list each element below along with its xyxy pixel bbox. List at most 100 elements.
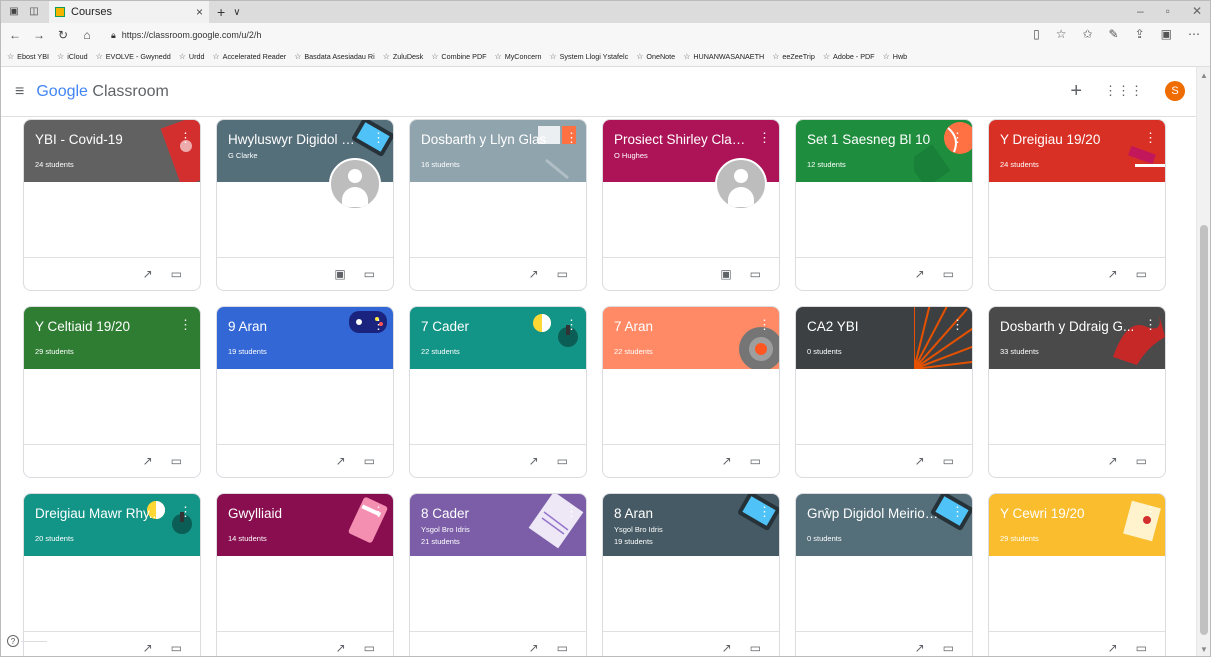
course-title[interactable]: CA2 YBI — [807, 319, 942, 334]
favorite-link[interactable]: ☆ Urdd — [179, 52, 205, 61]
restore-icon[interactable]: ▫ — [1166, 4, 1170, 18]
scroll-down-icon[interactable]: ▼ — [1200, 645, 1208, 654]
gradebook-trend-icon[interactable]: ↗ — [915, 641, 925, 655]
drive-folder-icon[interactable]: ▭ — [1136, 267, 1147, 281]
more-options-icon[interactable]: ⋮ — [1144, 504, 1157, 520]
close-tab-icon[interactable]: × — [196, 5, 203, 19]
more-options-icon[interactable]: ⋮ — [565, 317, 578, 333]
drive-folder-icon[interactable]: ▭ — [943, 267, 954, 281]
more-options-icon[interactable]: ⋮ — [1144, 317, 1157, 333]
favorite-link[interactable]: ☆ Accelerated Reader — [213, 52, 287, 61]
url-field[interactable]: 🔒︎ https://classroom.google.com/u/2/h — [111, 30, 261, 41]
course-card[interactable]: 7 Aran 22 students ⋮ ↗ ▭ — [602, 306, 780, 478]
more-options-icon[interactable]: ⋮ — [1144, 130, 1157, 146]
help-icon[interactable]: ? — [7, 635, 19, 647]
favorite-link[interactable]: ☆ HUNANWASANAETH — [683, 52, 764, 61]
more-options-icon[interactable]: ⋮ — [372, 504, 385, 520]
more-options-icon[interactable]: ⋮ — [179, 130, 192, 146]
gradebook-trend-icon[interactable]: ↗ — [722, 641, 732, 655]
favorite-link[interactable]: ☆ eeZeeTrip — [772, 52, 815, 61]
course-card[interactable]: Hwyluswyr Digidol G... G Clarke ⋮ ▣ ▭ — [216, 119, 394, 291]
course-card[interactable]: Dosbarth y Ddraig G... 33 students ⋮ ↗ ▭ — [988, 306, 1166, 478]
gradebook-trend-icon[interactable]: ↗ — [1108, 267, 1118, 281]
course-card-header[interactable]: Y Celtiaid 19/20 29 students ⋮ — [24, 307, 200, 369]
drive-folder-icon[interactable]: ▭ — [557, 267, 568, 281]
course-card[interactable]: 8 Cader Ysgol Bro Idris 21 students ⋮ ↗ ▭ — [409, 493, 587, 656]
course-card-header[interactable]: Dosbarth y Ddraig G... 33 students ⋮ — [989, 307, 1165, 369]
favorite-link[interactable]: ☆ OneNote — [636, 52, 675, 61]
more-options-icon[interactable]: ⋮ — [372, 317, 385, 333]
more-options-icon[interactable]: ⋮ — [179, 504, 192, 520]
course-card[interactable]: 7 Cader 22 students ⋮ ↗ ▭ — [409, 306, 587, 478]
course-card-header[interactable]: Y Dreigiau 19/20 24 students ⋮ — [989, 120, 1165, 182]
course-title[interactable]: Grŵp Digidol Meirion... — [807, 506, 942, 521]
course-title[interactable]: Dosbarth y Llyn Glas — [421, 132, 556, 147]
drive-folder-icon[interactable]: ▭ — [750, 641, 761, 655]
favorite-link[interactable]: ☆ System Llogi Ystafelc — [549, 52, 628, 61]
course-card-header[interactable]: Gwylliaid 14 students ⋮ — [217, 494, 393, 556]
gradebook-trend-icon[interactable]: ↗ — [143, 454, 153, 468]
new-tab-button[interactable]: + — [217, 4, 225, 20]
course-card-header[interactable]: YBI - Covid-19 24 students ⋮ — [24, 120, 200, 182]
drive-folder-icon[interactable]: ▭ — [557, 641, 568, 655]
course-card-header[interactable]: 9 Aran 19 students ⋮ — [217, 307, 393, 369]
favorite-link[interactable]: ☆ Ebost YBI — [7, 52, 49, 61]
course-card[interactable]: Dosbarth y Llyn Glas 16 students ⋮ ↗ ▭ — [409, 119, 587, 291]
course-card[interactable]: Grŵp Digidol Meirion... 0 students ⋮ ↗ ▭ — [795, 493, 973, 656]
course-title[interactable]: 7 Cader — [421, 319, 556, 334]
gradebook-trend-icon[interactable]: ↗ — [1108, 454, 1118, 468]
course-card[interactable]: YBI - Covid-19 24 students ⋮ ↗ ▭ — [23, 119, 201, 291]
course-card[interactable]: Y Dreigiau 19/20 24 students ⋮ ↗ ▭ — [988, 119, 1166, 291]
gradebook-trend-icon[interactable]: ↗ — [722, 454, 732, 468]
favorite-link[interactable]: ☆ Combine PDF — [431, 52, 486, 61]
tab-actions-icon[interactable]: ▣ — [7, 6, 21, 18]
refresh-icon[interactable]: ↻ — [53, 28, 73, 42]
drive-folder-icon[interactable]: ▭ — [750, 267, 761, 281]
google-apps-icon[interactable]: ⋮⋮⋮ — [1104, 83, 1143, 99]
drive-folder-icon[interactable]: ▭ — [171, 267, 182, 281]
course-title[interactable]: Set 1 Saesneg Bl 10 — [807, 132, 942, 147]
course-title[interactable]: 8 Cader — [421, 506, 556, 521]
more-options-icon[interactable]: ⋮ — [758, 504, 771, 520]
drive-folder-icon[interactable]: ▭ — [943, 454, 954, 468]
course-title[interactable]: Dreigiau Mawr Rhy... — [35, 506, 170, 521]
more-options-icon[interactable]: ⋮ — [565, 130, 578, 146]
gradebook-trend-icon[interactable]: ↗ — [143, 267, 153, 281]
course-card[interactable]: Gwylliaid 14 students ⋮ ↗ ▭ — [216, 493, 394, 656]
course-title[interactable]: Y Dreigiau 19/20 — [1000, 132, 1135, 147]
minimize-icon[interactable]: – — [1137, 4, 1144, 18]
drive-folder-icon[interactable]: ▭ — [943, 641, 954, 655]
favorite-link[interactable]: ☆ iCloud — [57, 52, 88, 61]
reading-view-icon[interactable]: ▯ — [1033, 27, 1040, 41]
favorites-list-icon[interactable]: ✩ — [1082, 27, 1092, 41]
more-menu-icon[interactable]: ⋯ — [1188, 27, 1200, 41]
course-card-header[interactable]: CA2 YBI 0 students ⋮ — [796, 307, 972, 369]
more-options-icon[interactable]: ⋮ — [951, 130, 964, 146]
pen-icon[interactable]: ✎ — [1109, 27, 1119, 41]
hamburger-menu-icon[interactable]: ≡ — [15, 83, 24, 101]
gradebook-trend-icon[interactable]: ↗ — [529, 454, 539, 468]
create-join-class-icon[interactable]: + — [1070, 81, 1082, 101]
course-title[interactable]: Y Celtiaid 19/20 — [35, 319, 170, 334]
course-card[interactable]: 9 Aran 19 students ⋮ ↗ ▭ — [216, 306, 394, 478]
course-card[interactable]: Set 1 Saesneg Bl 10 12 students ⋮ ↗ ▭ — [795, 119, 973, 291]
course-card[interactable]: Y Celtiaid 19/20 29 students ⋮ ↗ ▭ — [23, 306, 201, 478]
course-card[interactable]: Y Cewri 19/20 29 students ⋮ ↗ ▭ — [988, 493, 1166, 656]
more-options-icon[interactable]: ⋮ — [951, 317, 964, 333]
course-card-header[interactable]: 8 Cader Ysgol Bro Idris 21 students ⋮ — [410, 494, 586, 556]
course-card-header[interactable]: 7 Aran 22 students ⋮ — [603, 307, 779, 369]
classroom-logo[interactable]: Google Classroom — [36, 83, 169, 101]
gradebook-trend-icon[interactable]: ↗ — [529, 267, 539, 281]
favorite-link[interactable]: ☆ MyConcern — [495, 52, 542, 61]
course-title[interactable]: Dosbarth y Ddraig G... — [1000, 319, 1135, 334]
close-window-icon[interactable]: ✕ — [1192, 4, 1202, 18]
course-card-header[interactable]: 7 Cader 22 students ⋮ — [410, 307, 586, 369]
drive-folder-icon[interactable]: ▭ — [557, 454, 568, 468]
more-options-icon[interactable]: ⋮ — [758, 317, 771, 333]
page-scrollbar[interactable]: ▲ ▼ — [1196, 67, 1210, 656]
favorite-link[interactable]: ☆ Hwb — [883, 52, 908, 61]
forward-icon[interactable]: → — [29, 28, 49, 42]
course-card-header[interactable]: Grŵp Digidol Meirion... 0 students ⋮ — [796, 494, 972, 556]
more-options-icon[interactable]: ⋮ — [372, 130, 385, 146]
course-card-header[interactable]: Set 1 Saesneg Bl 10 12 students ⋮ — [796, 120, 972, 182]
